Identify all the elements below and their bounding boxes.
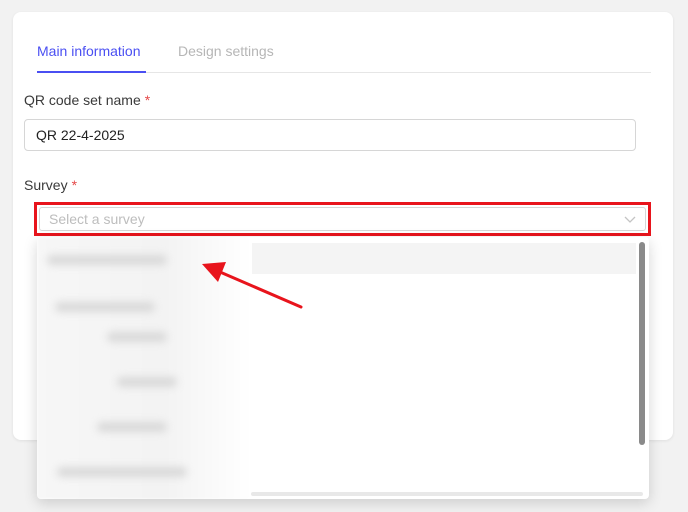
- redacted-option: [57, 467, 187, 477]
- survey-label-text: Survey: [24, 177, 68, 193]
- dropdown-option-highlighted[interactable]: [252, 243, 636, 274]
- qr-name-label: QR code set name *: [24, 92, 150, 108]
- redacted-option: [97, 422, 167, 432]
- survey-dropdown-list: [37, 237, 649, 499]
- chevron-down-icon: [624, 216, 636, 223]
- dropdown-scrollbar[interactable]: [639, 242, 645, 445]
- tab-main-information[interactable]: Main information: [37, 42, 146, 73]
- qr-name-label-text: QR code set name: [24, 92, 141, 108]
- dropdown-horizontal-scrollbar[interactable]: [251, 492, 643, 496]
- redacted-option: [107, 332, 167, 342]
- page: Main information Design settings QR code…: [0, 0, 688, 512]
- required-asterisk: *: [71, 177, 78, 193]
- qr-name-input[interactable]: QR 22-4-2025: [24, 119, 636, 151]
- survey-select-highlight: Select a survey: [34, 202, 651, 236]
- tab-design-settings[interactable]: Design settings: [178, 42, 274, 73]
- redacted-option: [47, 255, 167, 265]
- redacted-option: [117, 377, 177, 387]
- redacted-options: [37, 237, 251, 499]
- tab-bar: Main information Design settings: [37, 42, 651, 73]
- survey-label: Survey *: [24, 177, 77, 193]
- survey-select[interactable]: Select a survey: [39, 207, 646, 231]
- redacted-option: [55, 302, 155, 312]
- survey-select-placeholder: Select a survey: [49, 211, 145, 227]
- required-asterisk: *: [144, 92, 151, 108]
